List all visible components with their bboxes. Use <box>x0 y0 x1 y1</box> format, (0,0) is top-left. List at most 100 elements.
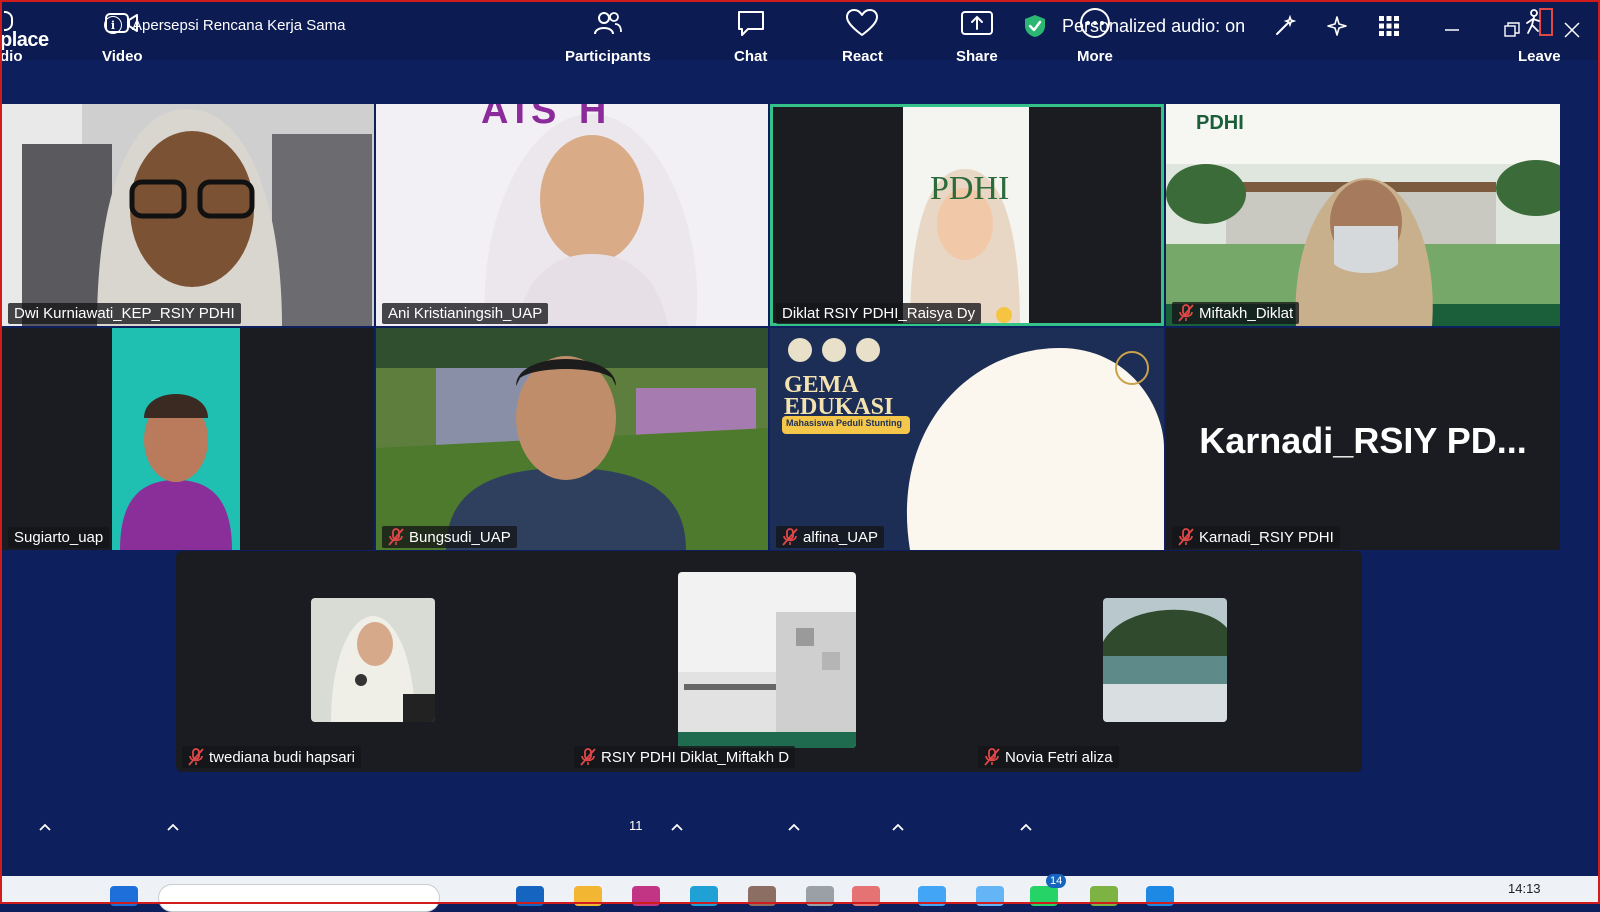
taskbar-search-input[interactable] <box>158 884 440 912</box>
video-tile[interactable]: twediana budi hapsari <box>176 551 566 772</box>
participant-avatar <box>678 572 856 748</box>
mic-muted-icon <box>188 748 204 766</box>
background-title: GEMA EDUKASI <box>784 372 894 420</box>
app-icon[interactable] <box>976 886 1004 906</box>
app-icon[interactable] <box>806 886 834 906</box>
background-text: PDHI <box>930 170 1010 207</box>
video-button[interactable]: Video <box>102 8 143 65</box>
whatsapp-icon[interactable] <box>1030 886 1058 906</box>
chevron-up-icon[interactable] <box>891 822 905 832</box>
mic-muted-icon <box>984 748 1000 766</box>
shield-check-icon[interactable] <box>1024 14 1046 38</box>
close-icon[interactable] <box>1560 18 1584 42</box>
taskbar-clock[interactable]: 14:13 <box>1508 881 1541 896</box>
calendar-icon[interactable] <box>918 886 946 906</box>
meeting-toolbar <box>0 804 1600 870</box>
minimize-icon[interactable] <box>1440 18 1464 42</box>
participant-nameplate: twediana budi hapsari <box>182 746 361 768</box>
video-tile[interactable]: Dwi Kurniawati_KEP_RSIY PDHI <box>2 104 374 326</box>
chevron-up-icon[interactable] <box>1019 822 1033 832</box>
participant-video <box>1166 104 1560 326</box>
participant-name: Sugiarto_uap <box>14 529 104 546</box>
participant-nameplate: Sugiarto_uap <box>8 527 110 548</box>
participant-video <box>770 104 1164 326</box>
participant-nameplate: Dwi Kurniawati_KEP_RSIY PDHI <box>8 303 241 324</box>
apps-grid-icon[interactable] <box>1377 14 1401 38</box>
notification-badge: 14 <box>1046 874 1067 888</box>
participants-button[interactable]: Participants <box>565 8 651 65</box>
chevron-up-icon[interactable] <box>166 822 180 832</box>
participant-display-name: Karnadi_RSIY PD... <box>1199 420 1527 461</box>
more-button[interactable]: More <box>1077 8 1113 65</box>
mic-muted-icon <box>782 528 798 546</box>
participant-nameplate: Karnadi_RSIY PDHI <box>1172 526 1340 548</box>
mic-muted-icon <box>580 748 596 766</box>
participant-name: Karnadi_RSIY PDHI <box>1199 528 1334 546</box>
participant-nameplate: alfina_UAP <box>776 526 885 548</box>
meeting-title: Apersepsi Rencana Kerja Sama <box>132 16 346 34</box>
facebook-icon[interactable] <box>516 886 544 906</box>
video-tile[interactable]: AIS H Ani Kristianingsih_UAP <box>376 104 768 326</box>
ai-sparkle-icon[interactable] <box>1325 14 1349 38</box>
windows-start-icon[interactable] <box>110 886 138 906</box>
chevron-up-icon[interactable] <box>670 822 684 832</box>
video-tile[interactable]: Bungsudi_UAP <box>376 328 768 550</box>
video-tile[interactable]: Sugiarto_uap <box>2 328 374 550</box>
background-text: AIS H <box>481 104 613 132</box>
gallery-strip: twediana budi hapsari RSIY PDHI Diklat_M… <box>176 551 1362 772</box>
heart-icon <box>846 8 879 38</box>
chevron-up-icon[interactable] <box>38 822 52 832</box>
app-icon[interactable] <box>852 886 880 906</box>
participant-video <box>2 104 374 326</box>
participant-video <box>770 328 1164 550</box>
participant-video <box>376 104 768 326</box>
leave-label: Leave <box>1518 48 1561 65</box>
os-taskbar: 14 14:13 <box>0 874 1600 912</box>
react-label: React <box>842 48 883 65</box>
participant-nameplate: Ani Kristianingsih_UAP <box>382 303 549 324</box>
participants-count: 11 <box>629 818 643 833</box>
app-icon[interactable] <box>1090 886 1118 906</box>
mic-muted-icon <box>388 528 404 546</box>
chat-label: Chat <box>734 48 768 65</box>
video-tile[interactable]: Novia Fetri aliza <box>972 551 1362 772</box>
audio-button[interactable]: dio <box>0 8 23 65</box>
edge-icon[interactable] <box>690 886 718 906</box>
title-bar: place i Apersepsi Rencana Kerja Sama Per… <box>0 0 1600 60</box>
participant-name: Miftakh_Diklat <box>1199 304 1294 322</box>
magic-wand-icon[interactable] <box>1273 14 1297 38</box>
file-explorer-icon[interactable] <box>574 886 602 906</box>
chat-bubble-icon <box>736 8 766 38</box>
share-label: Share <box>956 48 998 65</box>
leave-button[interactable]: Leave <box>1518 8 1561 65</box>
participant-name: Ani Kristianingsih_UAP <box>388 305 543 322</box>
participant-nameplate: Diklat RSIY PDHI_Raisya Dy <box>776 303 982 324</box>
participant-avatar <box>311 598 435 722</box>
react-button[interactable]: React <box>842 8 883 65</box>
share-screen-icon <box>960 8 993 38</box>
microphone-icon <box>4 8 18 38</box>
leave-door-icon <box>1522 8 1556 38</box>
participant-avatar <box>1103 598 1227 722</box>
app-icon[interactable] <box>748 886 776 906</box>
participant-video <box>2 328 374 550</box>
video-tile[interactable]: Karnadi_RSIY PD... Karnadi_RSIY PDHI <box>1166 328 1560 550</box>
video-tile[interactable]: GEMA EDUKASI Mahasiswa Peduli Stunting a… <box>770 328 1164 550</box>
video-tile-active-speaker[interactable]: PDHI Diklat RSIY PDHI_Raisya Dy <box>770 104 1164 326</box>
video-tile[interactable]: PDHI Miftakh_Diklat <box>1166 104 1560 326</box>
video-tile[interactable]: RSIY PDHI Diklat_Miftakh D <box>568 551 970 772</box>
participants-label: Participants <box>565 48 651 65</box>
video-label: Video <box>102 48 143 65</box>
participant-nameplate: Miftakh_Diklat <box>1172 302 1300 324</box>
instagram-icon[interactable] <box>632 886 660 906</box>
background-text: PDHI <box>1196 112 1244 134</box>
share-button[interactable]: Share <box>956 8 998 65</box>
zoom-app-icon[interactable] <box>1146 886 1174 906</box>
mic-muted-icon <box>1178 304 1194 322</box>
video-camera-icon <box>105 8 139 38</box>
chevron-up-icon[interactable] <box>787 822 801 832</box>
participant-nameplate: Novia Fetri aliza <box>978 746 1119 768</box>
chat-button[interactable]: Chat <box>734 8 767 65</box>
mic-muted-icon <box>1178 528 1194 546</box>
participant-video <box>376 328 768 550</box>
